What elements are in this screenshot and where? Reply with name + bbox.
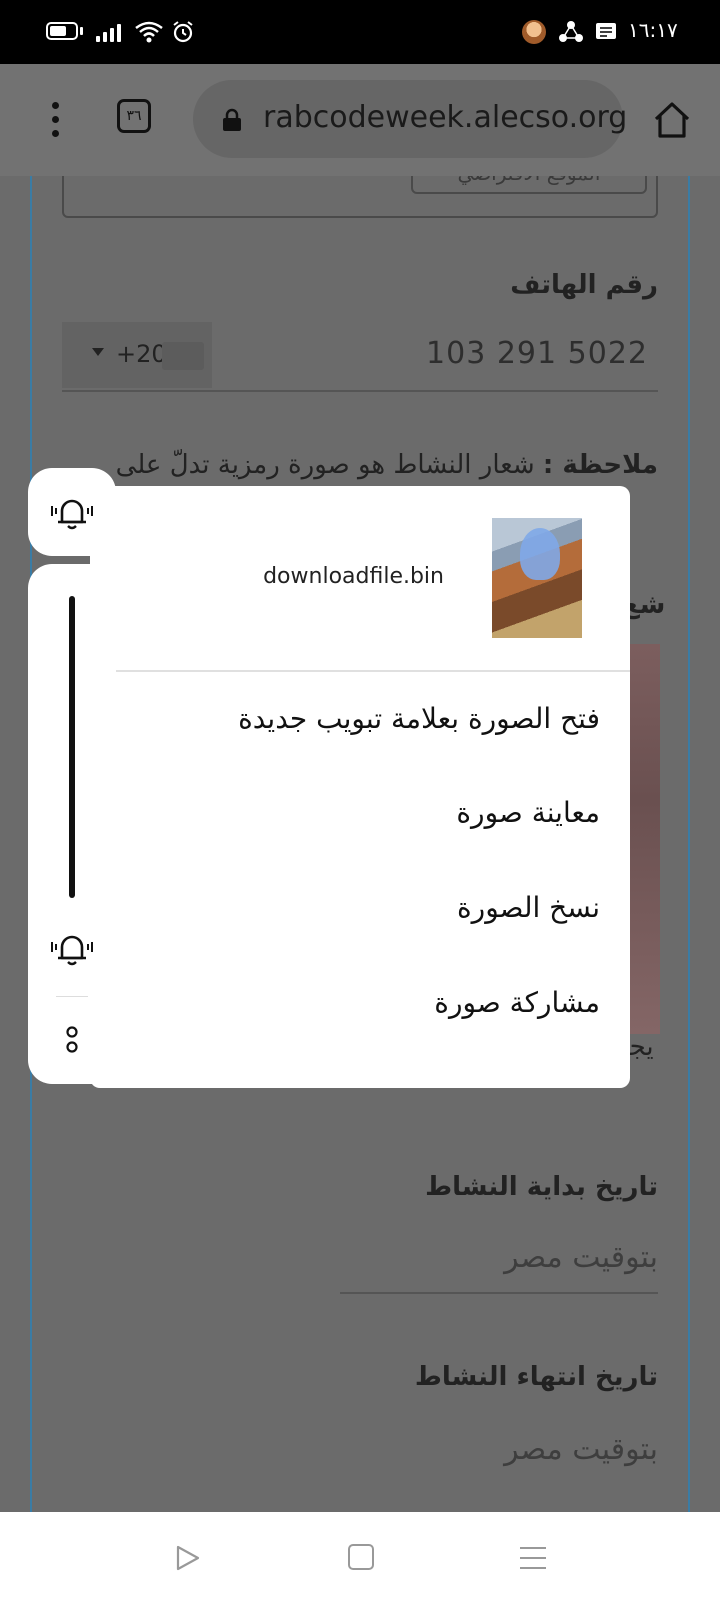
avatar: [522, 20, 546, 44]
status-bar: ١٦:١٧: [0, 0, 720, 64]
share-icon: [559, 21, 583, 42]
end-date-input[interactable]: بتوقيت مصر: [504, 1432, 658, 1467]
message-icon: [596, 23, 616, 39]
start-date-label: تاريخ بداية النشاط: [425, 1172, 658, 1202]
open-image-new-tab[interactable]: فتح الصورة بعلامة تبويب جديدة: [238, 702, 600, 735]
url-text: rabcodeweek.alecso.org: [263, 100, 628, 135]
status-time: ١٦:١٧: [628, 18, 678, 42]
start-date-input[interactable]: بتوقيت مصر: [504, 1240, 658, 1275]
more-options-icon[interactable]: [64, 1024, 80, 1056]
recents-icon[interactable]: [520, 1545, 546, 1571]
signal-icon: [96, 24, 124, 42]
phone-value: 103 291 5022: [426, 336, 648, 371]
ringer-mode-button[interactable]: [28, 468, 116, 556]
bell-vibrate-icon: [51, 499, 93, 530]
navigation-bar: [0, 1512, 720, 1600]
caret-down-icon: [92, 348, 104, 356]
wifi-icon: [135, 21, 163, 43]
lock-icon: [223, 108, 241, 131]
divider: [56, 996, 88, 997]
preview-image[interactable]: معاينة صورة: [456, 796, 600, 829]
context-menu-header: downloadfile.bin: [90, 486, 630, 672]
browser-toolbar: ٣٦ rabcodeweek.alecso.org: [0, 64, 720, 176]
end-date-label: تاريخ انتهاء النشاط: [414, 1362, 658, 1392]
note-body: شعار النشاط هو صورة رمزية تدلّ على: [115, 450, 535, 480]
phone-field[interactable]: +20 103 291 5022: [62, 322, 658, 392]
note-bold: ملاحظة :: [542, 450, 658, 480]
back-icon[interactable]: [175, 1544, 201, 1572]
country-code: +20: [116, 340, 167, 368]
flag-icon: [162, 342, 204, 370]
top-field-select[interactable]: الموقع الافتراضي: [411, 176, 647, 194]
battery-icon: [46, 22, 78, 40]
image-thumbnail: [492, 518, 582, 638]
country-code-select[interactable]: +20: [62, 322, 212, 388]
copy-image[interactable]: نسخ الصورة: [457, 891, 600, 924]
home-icon[interactable]: [652, 100, 692, 140]
alarm-icon: [173, 21, 193, 43]
tabs-icon[interactable]: ٣٦: [117, 99, 151, 133]
note-text: ملاحظة : شعار النشاط هو صورة رمزية تدلّ …: [58, 442, 658, 488]
image-context-menu: downloadfile.bin فتح الصورة بعلامة تبويب…: [90, 486, 630, 1088]
overflow-menu-icon[interactable]: [46, 100, 66, 140]
phone-label: رقم الهاتف: [510, 270, 658, 300]
start-date-underline: [340, 1292, 658, 1294]
volume-slider[interactable]: [69, 596, 75, 898]
battery-tip: [80, 27, 83, 35]
share-image[interactable]: مشاركة صورة: [434, 986, 600, 1019]
url-bar[interactable]: rabcodeweek.alecso.org: [193, 80, 627, 158]
volume-panel: [28, 564, 116, 1084]
bell-vibrate-icon: [51, 935, 93, 966]
file-name: downloadfile.bin: [263, 564, 444, 589]
home-button-icon[interactable]: [348, 1544, 374, 1570]
